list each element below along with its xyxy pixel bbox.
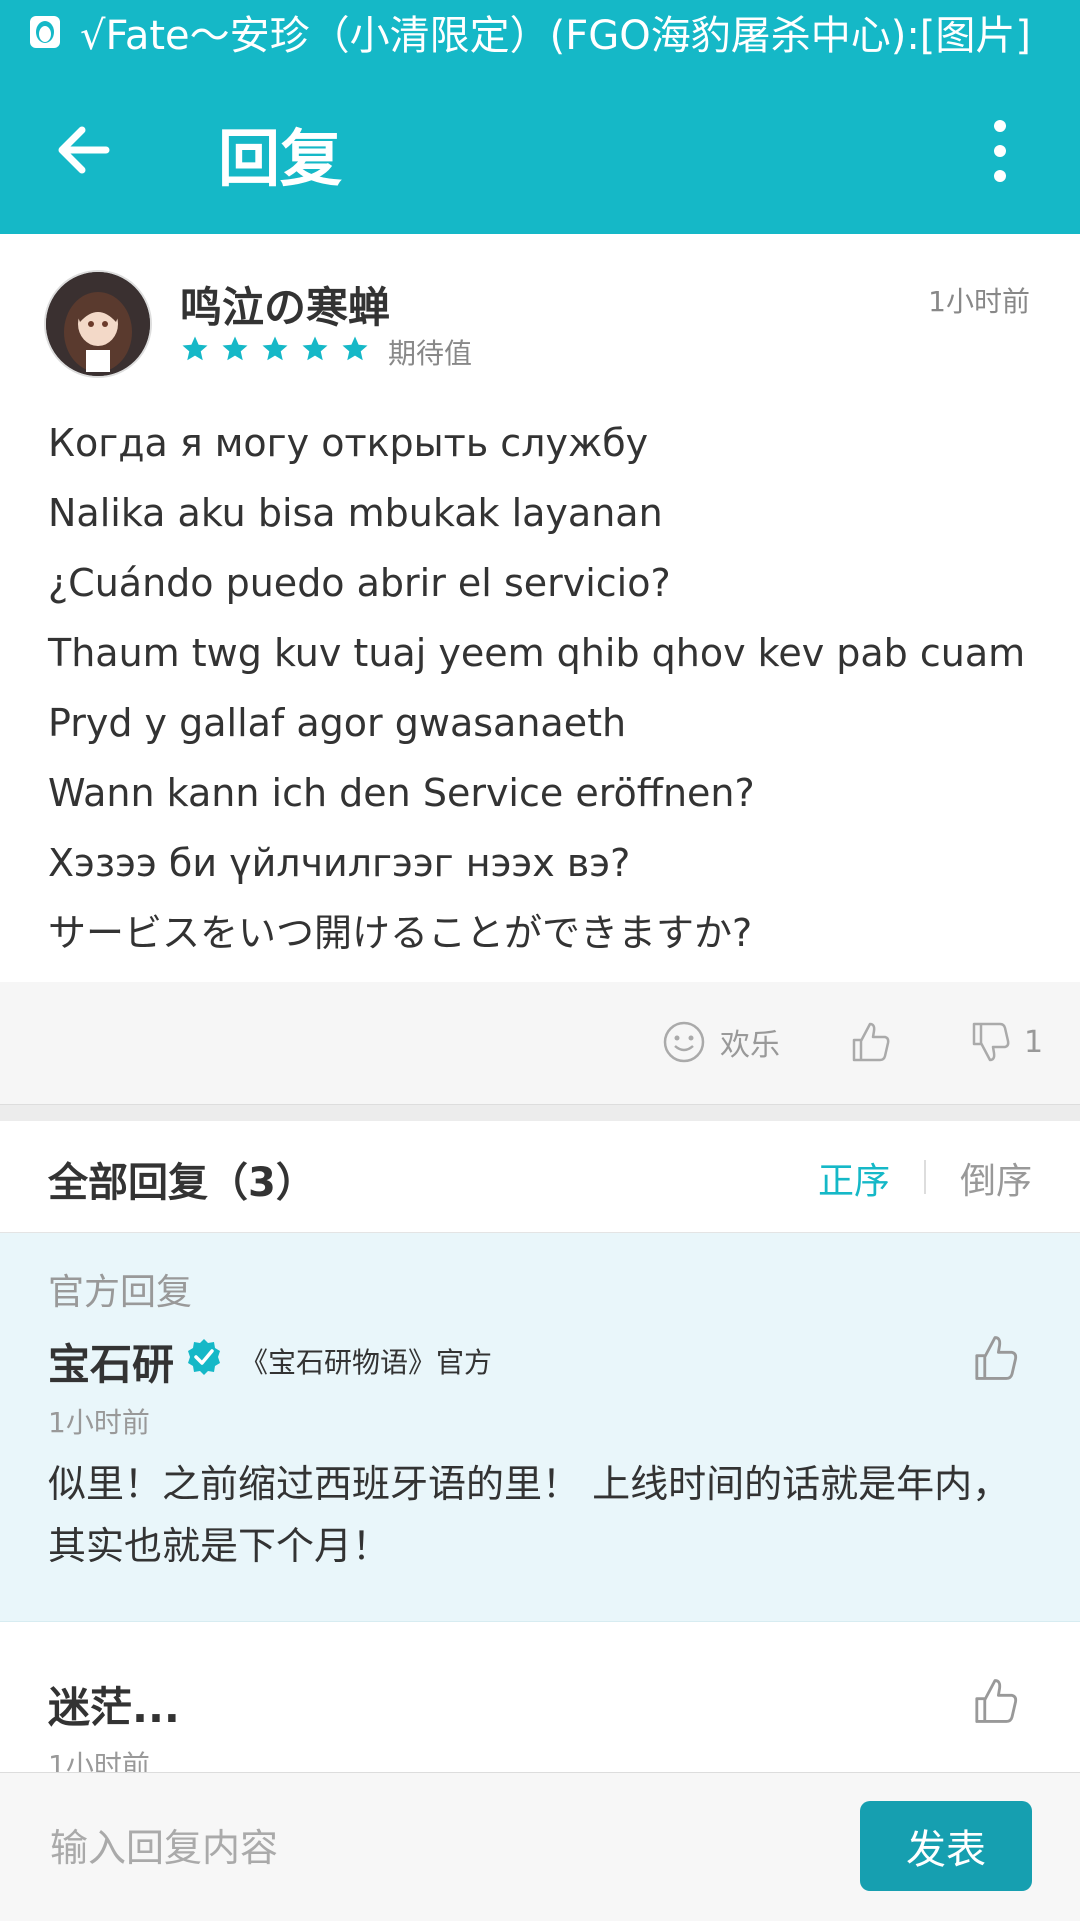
post-line: Pryd y gallaf agor gwasanaeth [48, 701, 627, 745]
post-time: 1小时前 [928, 285, 1030, 318]
star-icon [182, 336, 208, 361]
reply-username[interactable]: 迷茫... [48, 1674, 180, 1735]
post-header: 鸣泣の寒蝉 期待值 1小时前 [0, 234, 1080, 394]
post-line: Thaum twg kuv tuaj yeem qhib qhov kev pa… [48, 631, 1026, 675]
thumbs-up-icon[interactable] [970, 1676, 1020, 1726]
star-icon [342, 336, 368, 361]
thumbs-down-icon [972, 1022, 1010, 1062]
official-reply-card: 官方回复 宝石研 《宝石研物语》官方 1小时前 似里！之前缩过西班牙语的里！ 上… [0, 1233, 1080, 1622]
sort-ascending-tab[interactable]: 正序 [818, 1152, 890, 1204]
like-button[interactable] [848, 1020, 892, 1064]
app-bar: 回复 [0, 64, 1080, 234]
smiley-icon [663, 1021, 705, 1063]
avatar[interactable] [44, 270, 152, 378]
qq-penguin-icon [30, 16, 60, 48]
arrow-left-icon[interactable] [52, 118, 116, 182]
fun-label: 欢乐 [720, 1028, 780, 1063]
sort-descending-tab[interactable]: 倒序 [960, 1152, 1032, 1204]
post-line: サービスをいつ開けることができますか? [48, 911, 753, 955]
page-title: 回复 [218, 122, 343, 195]
post-username[interactable]: 鸣泣の寒蝉 [180, 274, 390, 335]
thumbs-up-icon [852, 1022, 890, 1062]
notification-text: √Fate～安珍（小清限定）(FGO海豹屠杀中心):[图片] [80, 13, 1032, 59]
dislike-button[interactable]: 1 [968, 1020, 1043, 1064]
sort-separator [924, 1160, 926, 1194]
official-tag: 《宝石研物语》官方 [240, 1346, 493, 1379]
official-reply-time: 1小时前 [48, 1406, 150, 1439]
submit-button[interactable]: 发表 [860, 1801, 1032, 1891]
post-line: ¿Cuándo puedo abrir el servicio? [48, 561, 671, 605]
star-icon [262, 336, 288, 361]
fun-button[interactable]: 欢乐 [662, 1020, 780, 1064]
verified-check-icon [188, 1339, 220, 1375]
official-reply-label: 官方回复 [48, 1272, 193, 1313]
post-body: Когда я могу открыть службу Nalika aku b… [48, 408, 1048, 968]
reply-item[interactable]: 迷茫... 1小时前 [0, 1622, 1080, 1772]
dislike-count: 1 [1024, 1024, 1044, 1060]
thumbs-up-icon[interactable] [970, 1333, 1020, 1383]
replies-title: 全部回复（3） [48, 1160, 316, 1206]
rating-label: 期待值 [388, 337, 473, 370]
section-divider [0, 1104, 1080, 1121]
reply-input[interactable] [48, 1809, 832, 1887]
post-line: Nalika aku bisa mbukak layanan [48, 491, 663, 535]
replies-header: 全部回复（3） 正序 倒序 [0, 1120, 1080, 1233]
star-icon [222, 336, 248, 361]
avatar-image [46, 272, 150, 376]
reply-input-bar: 发表 [0, 1772, 1080, 1921]
post-line: Когда я могу открыть службу [48, 421, 649, 465]
post-actions-bar: 欢乐 1 [0, 982, 1080, 1104]
post-line: Wann kann ich den Service eröffnen? [48, 771, 755, 815]
rating-stars [180, 334, 370, 364]
status-bar: √Fate～安珍（小清限定）(FGO海豹屠杀中心):[图片] [0, 0, 1080, 64]
official-reply-name[interactable]: 宝石研 [48, 1331, 174, 1392]
official-reply-text: 似里！之前缩过西班牙语的里！ 上线时间的话就是年内，其实也就是下个月！ [48, 1462, 1011, 1568]
more-vertical-icon[interactable] [985, 116, 1015, 186]
reply-time: 1小时前 [48, 1749, 150, 1772]
post-line: Хэзээ би үйлчилгээг нээх вэ? [48, 841, 631, 885]
star-icon [302, 336, 328, 361]
